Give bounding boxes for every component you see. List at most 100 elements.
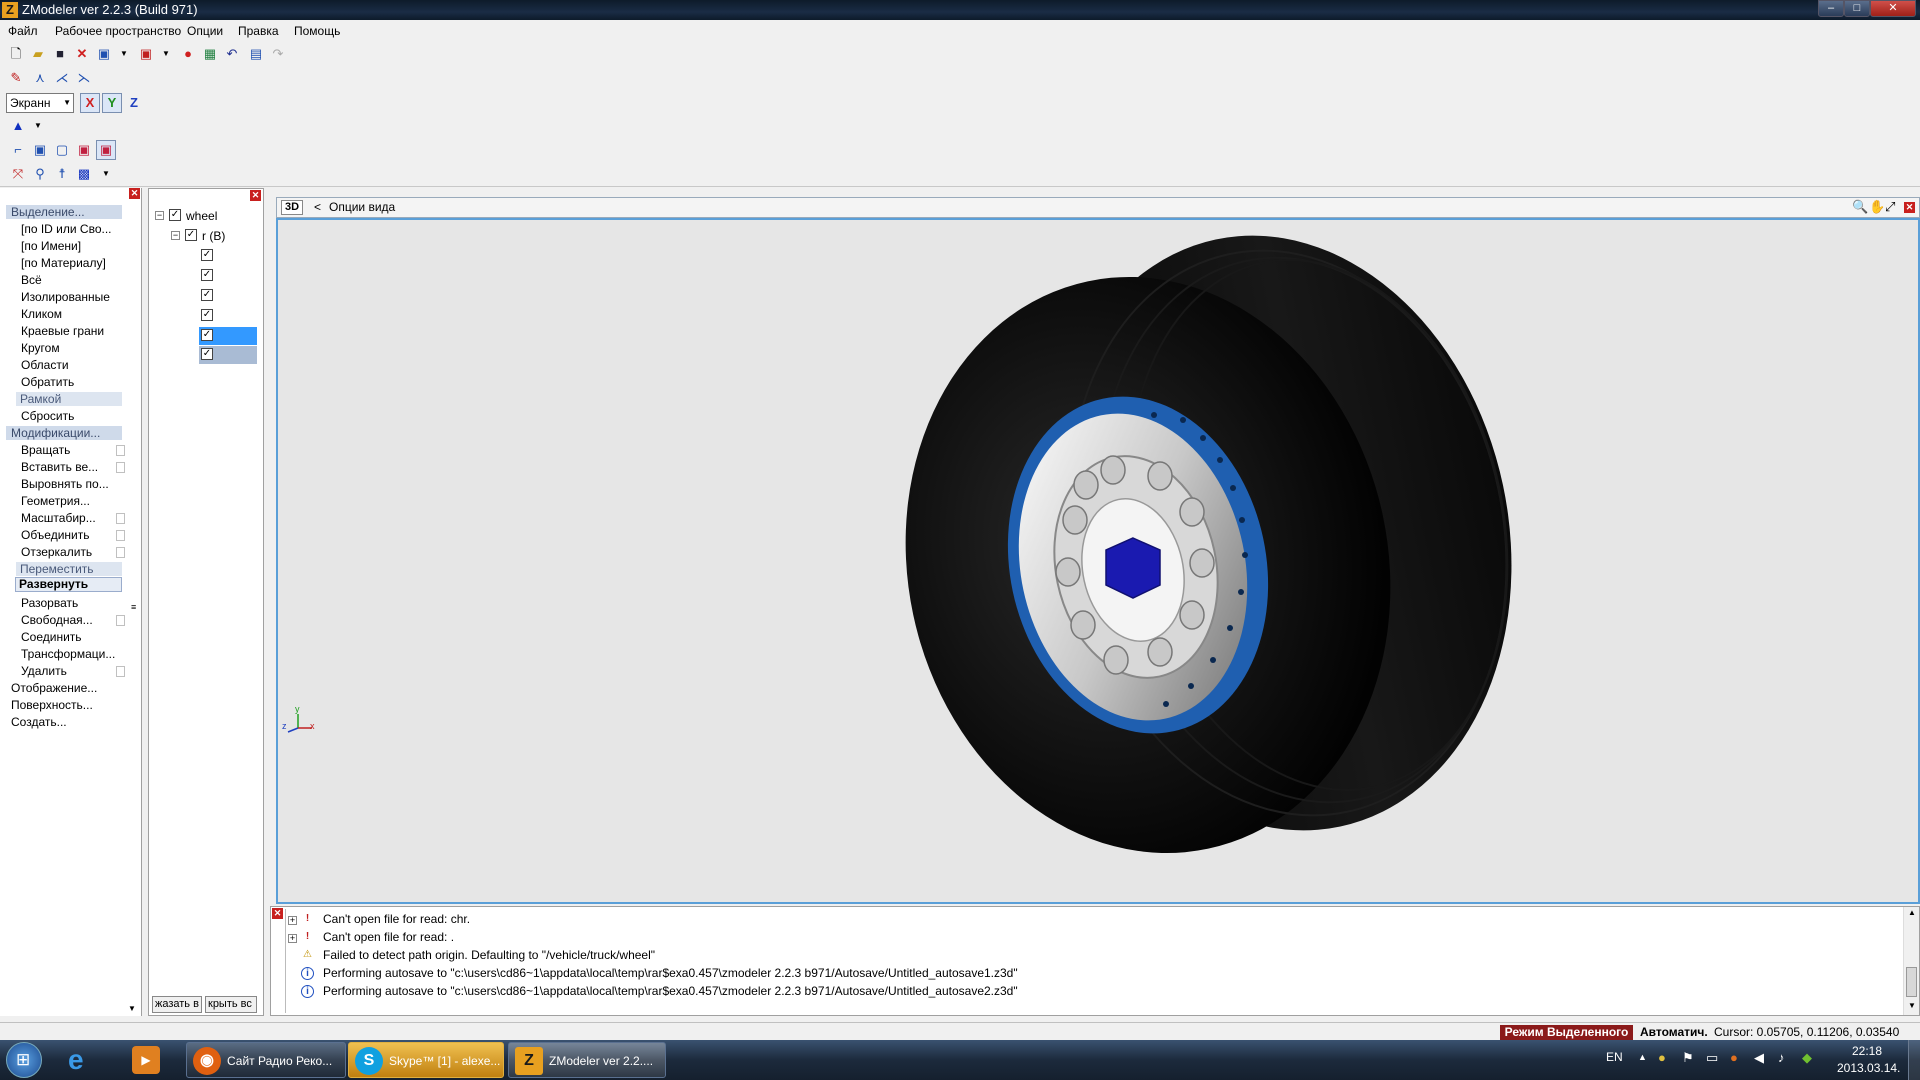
- export-dropdown-icon[interactable]: ▼: [156, 44, 176, 64]
- mod-rotate-checkbox[interactable]: [116, 445, 125, 456]
- vertex-mode-icon[interactable]: ⋏: [30, 68, 50, 88]
- volume-icon[interactable]: ♪: [1778, 1050, 1785, 1065]
- select-circle[interactable]: Кругом: [21, 341, 60, 355]
- select-by-material[interactable]: [по Материалу]: [21, 256, 106, 270]
- mod-free[interactable]: Свободная...: [21, 613, 93, 627]
- close-view-icon[interactable]: ✕: [1904, 202, 1915, 213]
- internet-explorer-icon[interactable]: e: [68, 1044, 104, 1076]
- close-tree-icon[interactable]: ✕: [250, 190, 261, 201]
- mod-expand[interactable]: Развернуть: [15, 577, 122, 592]
- child-6-checkbox[interactable]: ✓: [201, 348, 213, 360]
- helper-tool-icon[interactable]: ⤧: [8, 164, 28, 184]
- textured-view-icon[interactable]: ▣: [96, 140, 116, 160]
- axis-z-toggle[interactable]: Z: [124, 93, 144, 113]
- zoom-icon[interactable]: 🔍: [1852, 199, 1868, 215]
- selection-mode-status[interactable]: Режим Выделенного: [1500, 1025, 1633, 1040]
- security-icon[interactable]: ●: [1730, 1050, 1738, 1065]
- clock-time[interactable]: 22:18: [1852, 1044, 1882, 1058]
- view-options-back-arrow[interactable]: <: [314, 200, 321, 214]
- mod-delete-checkbox[interactable]: [116, 666, 125, 677]
- delete-icon[interactable]: ✕: [72, 44, 92, 64]
- create-category[interactable]: Создать...: [11, 715, 67, 729]
- redo-icon[interactable]: ↷: [268, 44, 288, 64]
- menu-file[interactable]: Файл: [8, 24, 38, 38]
- edge-mode-icon[interactable]: ⋌: [52, 68, 72, 88]
- solid-view-icon[interactable]: ▣: [74, 140, 94, 160]
- network-icon[interactable]: ▭: [1706, 1050, 1718, 1066]
- task-zmodeler[interactable]: Z ZModeler ver 2.2....: [508, 1042, 666, 1078]
- panel-menu-icon[interactable]: ≡: [131, 602, 136, 612]
- start-button[interactable]: ⊞: [6, 1042, 42, 1078]
- select-frame[interactable]: Рамкой: [16, 392, 122, 406]
- export-icon[interactable]: ▣: [136, 44, 156, 64]
- view-mode-3d[interactable]: 3D: [281, 200, 303, 215]
- mod-free-checkbox[interactable]: [116, 615, 125, 626]
- select-by-id[interactable]: [по ID или Сво...: [21, 222, 112, 236]
- save-icon[interactable]: ■: [50, 44, 70, 64]
- menu-workspace[interactable]: Рабочее пространство: [55, 24, 181, 38]
- show-desktop-button[interactable]: [1908, 1040, 1920, 1080]
- face-mode-icon[interactable]: ⋋: [74, 68, 94, 88]
- tree-node-r[interactable]: r (B): [202, 229, 225, 243]
- pan-icon[interactable]: ✋: [1869, 199, 1885, 215]
- select-by-name[interactable]: [по Имени]: [21, 239, 81, 253]
- select-reset[interactable]: Сбросить: [21, 409, 74, 423]
- shading-dropdown-icon[interactable]: ▼: [28, 116, 48, 136]
- child-3-checkbox[interactable]: ✓: [201, 289, 213, 301]
- child-1-checkbox[interactable]: ✓: [201, 249, 213, 261]
- nvidia-icon[interactable]: ◆: [1802, 1050, 1812, 1066]
- task-firefox[interactable]: ◉ Сайт Радио Реко...: [186, 1042, 346, 1078]
- mod-rotate[interactable]: Вращать: [21, 443, 70, 457]
- select-mode-icon[interactable]: ✎: [6, 68, 26, 88]
- task-skype[interactable]: S Skype™ [1] - alexe...: [348, 1042, 504, 1078]
- speaker-muted-icon[interactable]: ◀: [1754, 1050, 1764, 1066]
- axis-view-icon[interactable]: ⌐: [8, 140, 28, 160]
- undo-icon[interactable]: ↶: [222, 44, 242, 64]
- scroll-down-icon[interactable]: ▼: [1908, 1001, 1916, 1010]
- material-tool-icon[interactable]: ▩: [74, 164, 94, 184]
- select-isolated[interactable]: Изолированные: [21, 290, 110, 304]
- surface-category[interactable]: Поверхность...: [11, 698, 93, 712]
- child-5-checkbox[interactable]: ✓: [201, 329, 213, 341]
- select-all[interactable]: Всё: [21, 273, 42, 287]
- media-player-icon[interactable]: ▶: [132, 1046, 160, 1074]
- mod-mirror-checkbox[interactable]: [116, 547, 125, 558]
- show-all-button[interactable]: жазать в: [152, 996, 202, 1013]
- language-indicator[interactable]: EN: [1606, 1050, 1623, 1064]
- mod-insert-checkbox[interactable]: [116, 462, 125, 473]
- collapse-r-icon[interactable]: −: [171, 231, 180, 240]
- mod-move[interactable]: Переместить: [16, 562, 122, 576]
- action-center-icon[interactable]: ⚑: [1682, 1050, 1694, 1066]
- box-view-icon[interactable]: ▣: [30, 140, 50, 160]
- mod-break[interactable]: Разорвать: [21, 596, 78, 610]
- mod-connect[interactable]: Соединить: [21, 630, 82, 644]
- tray-app-icon[interactable]: ●: [1658, 1050, 1666, 1065]
- child-2-checkbox[interactable]: ✓: [201, 269, 213, 281]
- close-panel-icon[interactable]: ✕: [129, 188, 140, 199]
- mod-insert-vertex[interactable]: Вставить ве...: [21, 460, 98, 474]
- import-icon[interactable]: ▣: [94, 44, 114, 64]
- figure-tool-icon[interactable]: ☨: [52, 164, 72, 184]
- maximize-view-icon[interactable]: ⤢: [1885, 199, 1895, 215]
- select-invert[interactable]: Обратить: [21, 375, 74, 389]
- menu-options[interactable]: Опции: [187, 24, 223, 38]
- mod-mirror[interactable]: Отзеркалить: [21, 545, 92, 559]
- 3d-viewport[interactable]: z y x: [276, 218, 1920, 904]
- select-by-click[interactable]: Кликом: [21, 307, 62, 321]
- log-scrollbar[interactable]: ▲ ▼: [1903, 907, 1919, 1015]
- minimize-button[interactable]: –: [1818, 0, 1844, 17]
- mod-merge-checkbox[interactable]: [116, 530, 125, 541]
- axis-y-toggle[interactable]: Y: [102, 93, 122, 113]
- mod-delete[interactable]: Удалить: [21, 664, 67, 678]
- mod-scale-checkbox[interactable]: [116, 513, 125, 524]
- link-tool-icon[interactable]: ⚲: [30, 164, 50, 184]
- collapse-wheel-icon[interactable]: −: [155, 211, 164, 220]
- clock-date[interactable]: 2013.03.14.: [1837, 1061, 1900, 1075]
- mod-transform[interactable]: Трансформаци...: [21, 647, 115, 661]
- display-category[interactable]: Отображение...: [11, 681, 97, 695]
- select-areas[interactable]: Области: [21, 358, 69, 372]
- document-icon[interactable]: ▤: [246, 44, 266, 64]
- tray-expand-icon[interactable]: ▲: [1638, 1052, 1647, 1062]
- child-4-checkbox[interactable]: ✓: [201, 309, 213, 321]
- mod-merge[interactable]: Объединить: [21, 528, 90, 542]
